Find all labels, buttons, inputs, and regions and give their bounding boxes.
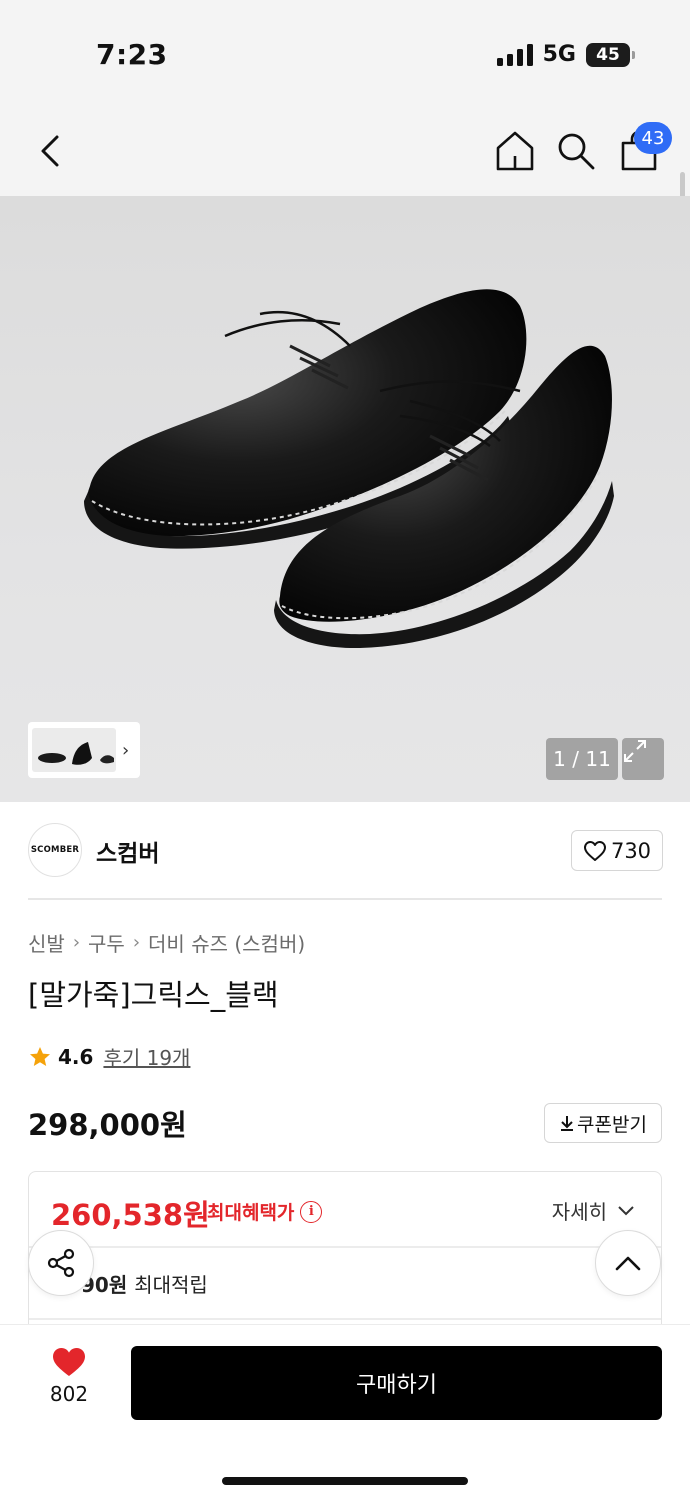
coupon-label: 쿠폰받기: [577, 1113, 647, 1136]
home-indicator[interactable]: [222, 1477, 468, 1485]
status-time: 7:23: [96, 38, 168, 71]
breadcrumb: 신발 › 구두 › 더비 슈즈 (스컴버): [28, 928, 305, 957]
max-benefit-label-row: 최대혜택가 i: [207, 1198, 323, 1225]
chevron-right-icon: ›: [132, 932, 141, 953]
search-button[interactable]: [556, 131, 596, 171]
product-image[interactable]: › 1 / 11: [0, 196, 690, 802]
signal-icon: [496, 43, 533, 66]
product-title: [말가죽]그릭스_블랙: [28, 978, 279, 1012]
thumbnail-image[interactable]: [32, 728, 116, 772]
wishlist-button[interactable]: 802: [40, 1346, 98, 1406]
share-button[interactable]: [28, 1230, 94, 1296]
thumbnail-photo: [38, 742, 114, 765]
breadcrumb-item[interactable]: 구두: [88, 928, 125, 957]
expand-icon: [624, 740, 646, 762]
chevron-down-icon: [618, 1205, 634, 1215]
brand-name[interactable]: 스컴버: [96, 834, 159, 868]
points-label: 최대적립: [134, 1273, 208, 1297]
home-button[interactable]: [494, 129, 536, 173]
chevron-right-icon: ›: [122, 739, 130, 761]
wish-count: 802: [49, 1382, 89, 1406]
buy-button[interactable]: 구매하기: [131, 1346, 662, 1420]
share-icon: [47, 1248, 75, 1278]
chevron-left-icon: [41, 135, 59, 167]
divider: [29, 1318, 661, 1320]
download-icon: [561, 1116, 574, 1131]
divider: [28, 898, 662, 900]
scroll-top-button[interactable]: [595, 1230, 661, 1296]
rating-row: 4.6 후기 19개: [28, 1042, 190, 1071]
breadcrumb-item[interactable]: 신발: [28, 928, 65, 957]
heart-filled-icon: [53, 1348, 85, 1376]
search-icon: [558, 133, 595, 170]
breadcrumb-item[interactable]: 더비 슈즈 (스컴버): [148, 928, 305, 957]
brand-like-count: 730: [610, 838, 652, 863]
max-benefit-price: 260,538원: [51, 1198, 210, 1232]
info-icon[interactable]: i: [300, 1200, 323, 1223]
coupon-download-button[interactable]: 쿠폰받기: [544, 1103, 662, 1143]
product-photo: [84, 289, 614, 649]
brand-logo-text: SCOMBER: [30, 845, 80, 855]
product-price: 298,000원: [28, 1108, 187, 1142]
home-icon: [496, 131, 534, 171]
reviews-link[interactable]: 후기 19개: [103, 1042, 190, 1071]
thumbnail-strip[interactable]: ›: [28, 722, 140, 778]
divider: [29, 1246, 661, 1248]
heart-outline-icon: [583, 840, 606, 861]
image-counter: 1 / 11: [546, 738, 618, 780]
network-label: 5G: [542, 42, 576, 67]
star-icon: [30, 1046, 50, 1066]
rating-score: 4.6: [58, 1044, 94, 1069]
max-benefit-label: 최대혜택가: [207, 1202, 295, 1224]
expand-button[interactable]: [622, 738, 664, 780]
battery-icon: 45: [586, 42, 635, 67]
battery-level: 45: [596, 44, 620, 65]
cart-count-badge: 43: [634, 122, 672, 154]
top-nav: [0, 105, 690, 196]
brand-logo[interactable]: SCOMBER: [28, 823, 82, 877]
brand-like-button[interactable]: 730: [571, 830, 663, 871]
status-bar: 7:23 5G 45: [0, 0, 690, 105]
detail-toggle[interactable]: 자세히: [552, 1196, 635, 1225]
chevron-up-icon: [615, 1256, 641, 1271]
back-button[interactable]: [30, 131, 70, 171]
chevron-right-icon: ›: [72, 932, 81, 953]
status-indicators: 5G 45: [496, 42, 635, 67]
points-row: 90원 최대적립: [81, 1269, 208, 1298]
detail-label: 자세히: [551, 1200, 607, 1224]
